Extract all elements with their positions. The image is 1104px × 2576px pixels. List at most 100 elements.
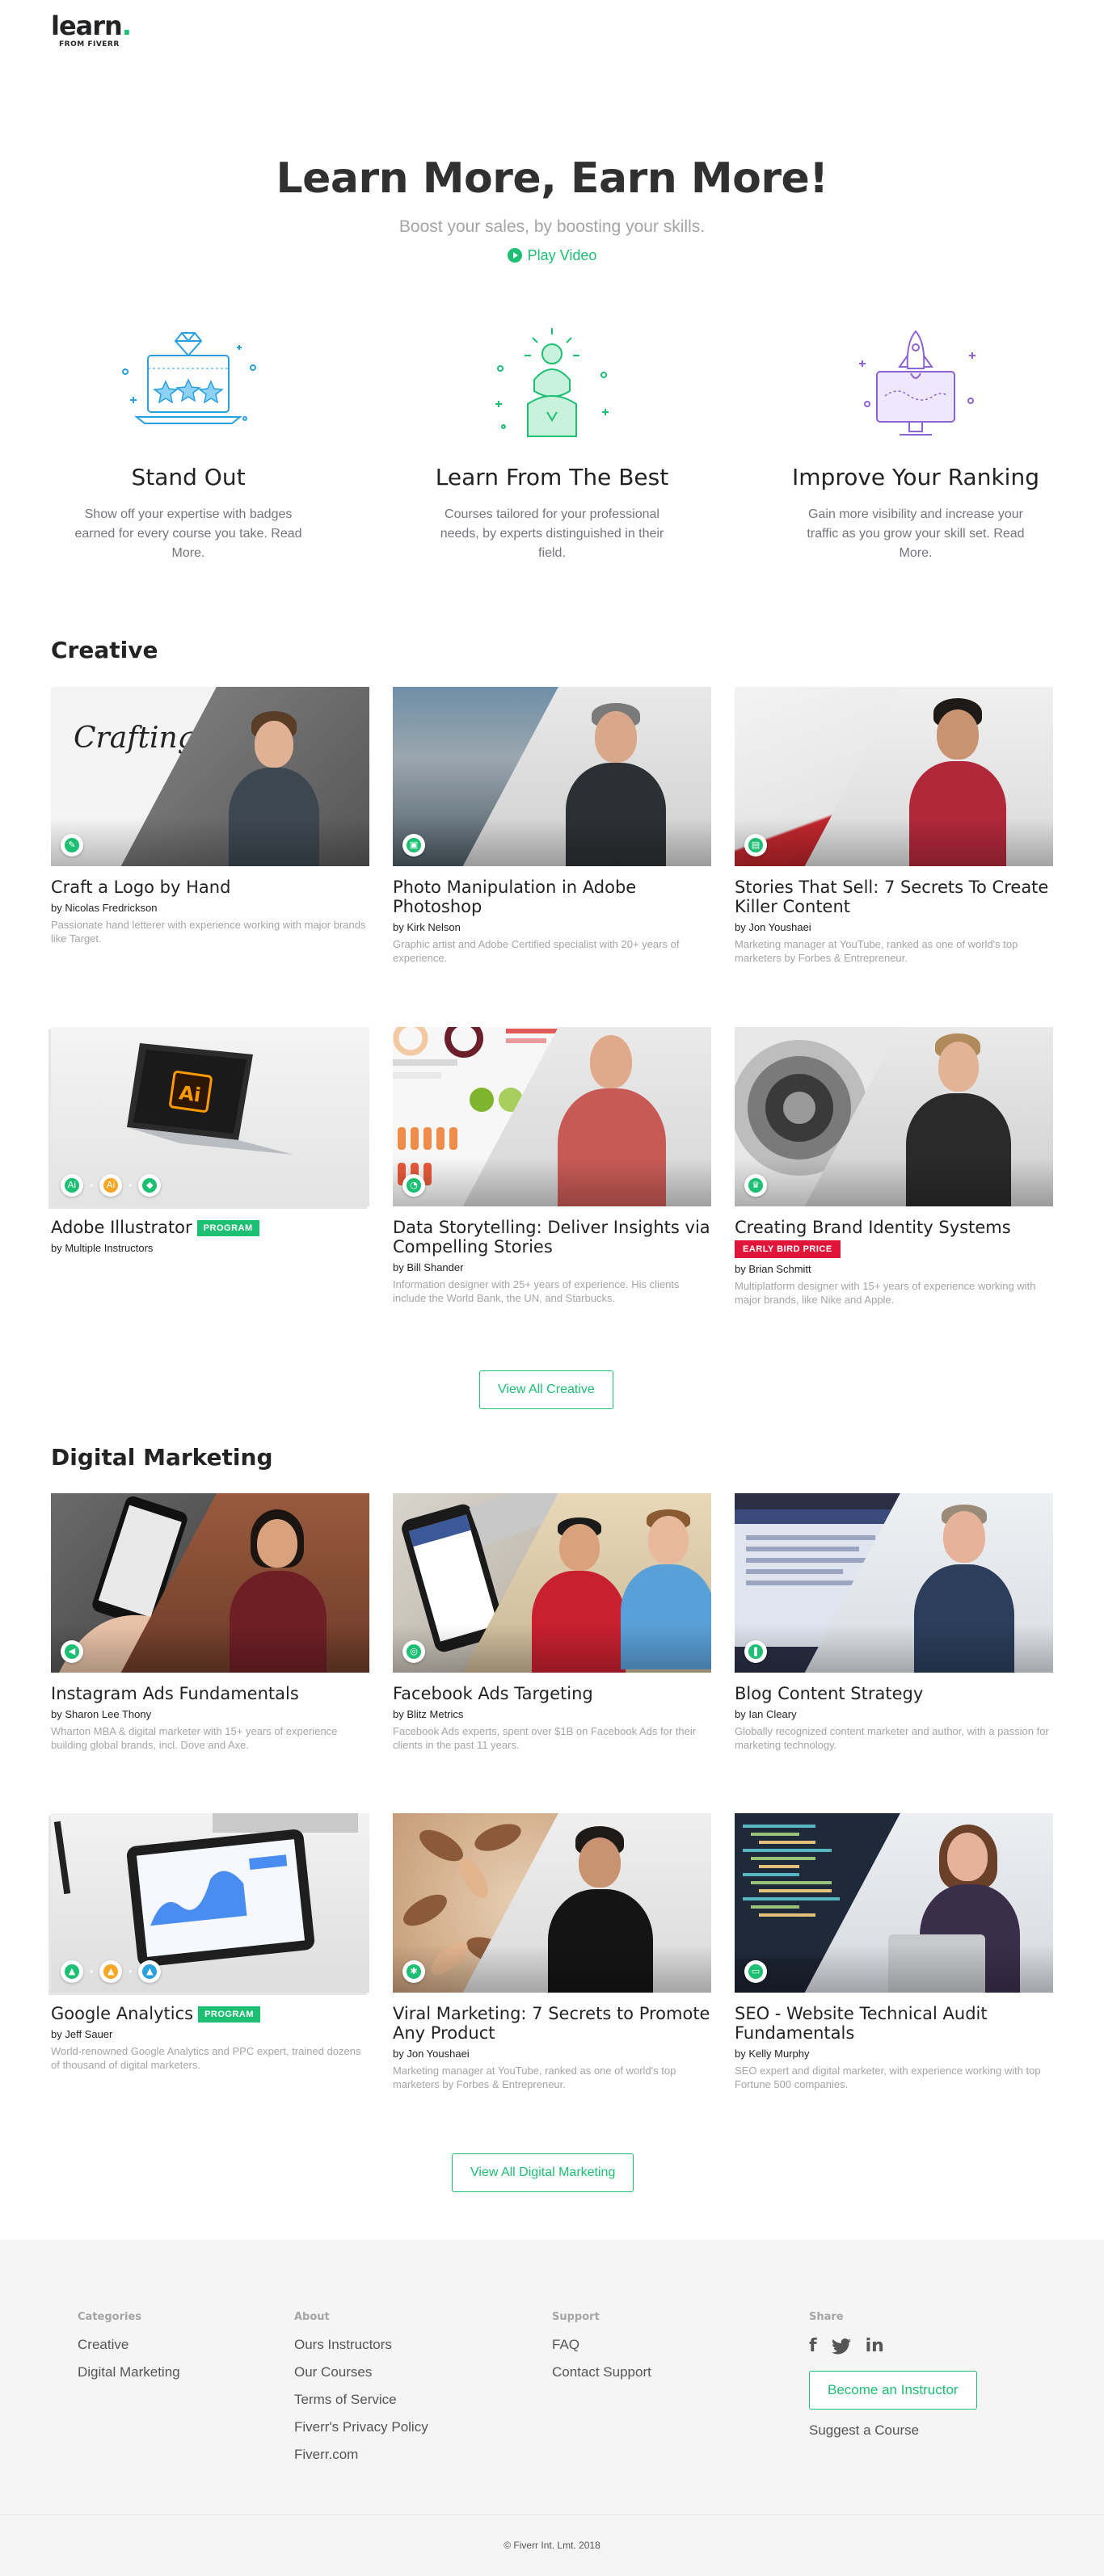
course-author-desc: Facebook Ads experts, spent over $1B on … (393, 1725, 697, 1751)
feature-learn-best: Learn From The Best Courses tailored for… (415, 319, 689, 563)
hero-section: Learn More, Earn More! Boost your sales,… (0, 150, 1104, 267)
course-title[interactable]: Google Analytics (51, 2004, 193, 2023)
course-card[interactable]: ▤ Stories That Sell: 7 Secrets To Create… (735, 687, 1053, 965)
site-footer: Categories Creative Digital Marketing Ab… (0, 2240, 1104, 2576)
site-logo[interactable]: learn. FROM FIVERR (51, 11, 132, 60)
copyright: © Fiverr Int. Lmt. 2018 (504, 2540, 600, 2551)
footer-heading: About (294, 2311, 330, 2323)
program-tag: PROGRAM (196, 1220, 259, 1236)
course-author: by Jeff Sauer (51, 2028, 113, 2040)
course-author-desc: Multiplatform designer with 15+ years of… (735, 1280, 1036, 1306)
course-card[interactable]: Crafting a LOGO by Hand ✎ Craft a Logo b… (51, 687, 369, 945)
footer-heading: Support (552, 2311, 600, 2323)
course-thumbnail[interactable]: ❚ (735, 1493, 1053, 1673)
course-author: by Jon Youshaei (393, 2048, 470, 2060)
virus-icon: ✱ (402, 1960, 425, 1983)
course-title[interactable]: Facebook Ads Targeting (393, 1684, 711, 1703)
course-author-desc: Graphic artist and Adobe Certified speci… (393, 938, 680, 964)
view-all-creative-button[interactable]: View All Creative (479, 1370, 613, 1409)
target-icon: ◎ (402, 1640, 425, 1663)
course-card[interactable]: ◔ Data Storytelling: Deliver Insights vi… (393, 1027, 711, 1305)
course-card[interactable]: ❚ Blog Content Strategy by Ian Cleary Gl… (735, 1493, 1053, 1752)
course-title[interactable]: Photo Manipulation in Adobe Photoshop (393, 878, 711, 916)
course-author-desc: Information designer with 25+ years of e… (393, 1278, 680, 1304)
footer-heading: Share (809, 2311, 844, 2323)
pen-icon: ✎ (61, 834, 83, 857)
suggest-course-link[interactable]: Suggest a Course (809, 2423, 977, 2437)
logo-dot: . (121, 11, 132, 41)
footer-link[interactable]: FAQ (552, 2338, 651, 2351)
diamond-icon: ◆ (138, 1174, 162, 1197)
footer-link[interactable]: Creative (78, 2338, 180, 2351)
course-card[interactable]: ▲ • ▲ • ▲ Google Analytics PROGRAM by Jef… (51, 1813, 369, 2072)
linkedin-icon[interactable]: in (866, 2337, 884, 2356)
course-author: by Kirk Nelson (393, 921, 461, 933)
course-title[interactable]: Data Storytelling: Deliver Insights via … (393, 1218, 711, 1256)
facebook-icon[interactable]: f (809, 2337, 817, 2356)
footer-link[interactable]: Fiverr.com (294, 2448, 428, 2461)
course-thumbnail[interactable]: ▤ (735, 687, 1053, 866)
course-author-desc: World-renowned Google Analytics and PPC … (51, 2045, 361, 2071)
course-thumbnail[interactable]: ✱ (393, 1813, 711, 1993)
footer-link[interactable]: Our Courses (294, 2365, 428, 2379)
become-instructor-button[interactable]: Become an Instructor (809, 2371, 977, 2410)
course-title[interactable]: Instagram Ads Fundamentals (51, 1684, 369, 1703)
analytics-icon: ▲ (138, 1960, 162, 1983)
footer-link[interactable]: Ours Instructors (294, 2338, 428, 2351)
course-card[interactable]: ✱ Viral Marketing: 7 Secrets to Promote … (393, 1813, 711, 2091)
course-card[interactable]: Ai Ai • Ai • ◆ Adobe Illustrator PROGRAM … (51, 1027, 369, 1255)
course-author-desc: Wharton MBA & digital marketer with 15+ … (51, 1725, 338, 1751)
twitter-icon[interactable] (831, 2338, 851, 2355)
logo-text: learn (51, 11, 123, 41)
course-title[interactable]: Adobe Illustrator (51, 1218, 192, 1237)
course-thumbnail[interactable]: ▭ (735, 1813, 1053, 1993)
section-title-creative: Creative (51, 637, 158, 663)
course-thumbnail[interactable]: ◎ (393, 1493, 711, 1673)
course-title[interactable]: SEO - Website Technical Audit Fundamenta… (735, 2004, 1053, 2043)
footer-link[interactable]: Terms of Service (294, 2393, 428, 2406)
bookmark-icon: ❚ (744, 1640, 767, 1663)
course-card[interactable]: ◀ Instagram Ads Fundamentals by Sharon L… (51, 1493, 369, 1752)
footer-link[interactable]: Digital Marketing (78, 2365, 180, 2379)
early-bird-tag: EARLY BIRD PRICE (735, 1240, 841, 1258)
play-video-button[interactable]: Play Video (507, 246, 597, 265)
course-card[interactable]: ▣ Photo Manipulation in Adobe Photoshop … (393, 687, 711, 965)
course-title[interactable]: Blog Content Strategy (735, 1684, 1053, 1703)
course-thumbnail[interactable]: ▣ (393, 687, 711, 866)
view-all-digital-marketing-button[interactable]: View All Digital Marketing (452, 2153, 634, 2192)
course-thumbnail[interactable]: Crafting a LOGO by Hand ✎ (51, 687, 369, 866)
course-thumbnail[interactable]: ◔ (393, 1027, 711, 1206)
footer-col-support: Support FAQ Contact Support (552, 2311, 651, 2379)
feature-improve-ranking: Improve Your Ranking Gain more visibilit… (778, 319, 1053, 563)
play-icon (507, 248, 522, 263)
course-title[interactable]: Creating Brand Identity Systems (735, 1218, 1053, 1237)
course-thumbnail[interactable]: ♛ (735, 1027, 1053, 1206)
course-card[interactable]: ◎ Facebook Ads Targeting by Blitz Metric… (393, 1493, 711, 1752)
course-author-desc: SEO expert and digital marketer, with ex… (735, 2065, 1041, 2090)
course-thumbnail[interactable]: Ai Ai • Ai • ◆ (51, 1027, 369, 1206)
crown-icon: ♛ (744, 1174, 767, 1197)
illustrator-logo-text: Ai (178, 1081, 202, 1106)
course-card[interactable]: ▭ SEO - Website Technical Audit Fundamen… (735, 1813, 1053, 2091)
footer-col-about: About Ours Instructors Our Courses Terms… (294, 2311, 428, 2461)
course-card[interactable]: ♛ Creating Brand Identity Systems EARLY … (735, 1027, 1053, 1307)
course-thumbnail[interactable]: ◀ (51, 1493, 369, 1673)
feature-title: Stand Out (131, 464, 246, 490)
course-author: by Ian Cleary (735, 1708, 797, 1720)
course-author: by Multiple Instructors (51, 1242, 154, 1254)
feature-title: Improve Your Ranking (792, 464, 1039, 490)
illustrator-icon: Ai (61, 1174, 83, 1197)
footer-link[interactable]: Fiverr's Privacy Policy (294, 2420, 428, 2434)
play-video-label: Play Video (527, 247, 597, 263)
course-title[interactable]: Craft a Logo by Hand (51, 878, 369, 897)
course-author: by Blitz Metrics (393, 1708, 464, 1720)
instructor-illustration (415, 319, 689, 448)
chart-icon: ◔ (402, 1174, 425, 1197)
book-icon: ▤ (744, 834, 767, 857)
course-title[interactable]: Viral Marketing: 7 Secrets to Promote An… (393, 2004, 711, 2043)
footer-link[interactable]: Contact Support (552, 2365, 651, 2379)
course-author-desc: Marketing manager at YouTube, ranked as … (735, 938, 1018, 964)
course-thumbnail[interactable]: ▲ • ▲ • ▲ (51, 1813, 369, 1993)
illustrator-icon: Ai (99, 1174, 123, 1197)
course-title[interactable]: Stories That Sell: 7 Secrets To Create K… (735, 878, 1053, 916)
